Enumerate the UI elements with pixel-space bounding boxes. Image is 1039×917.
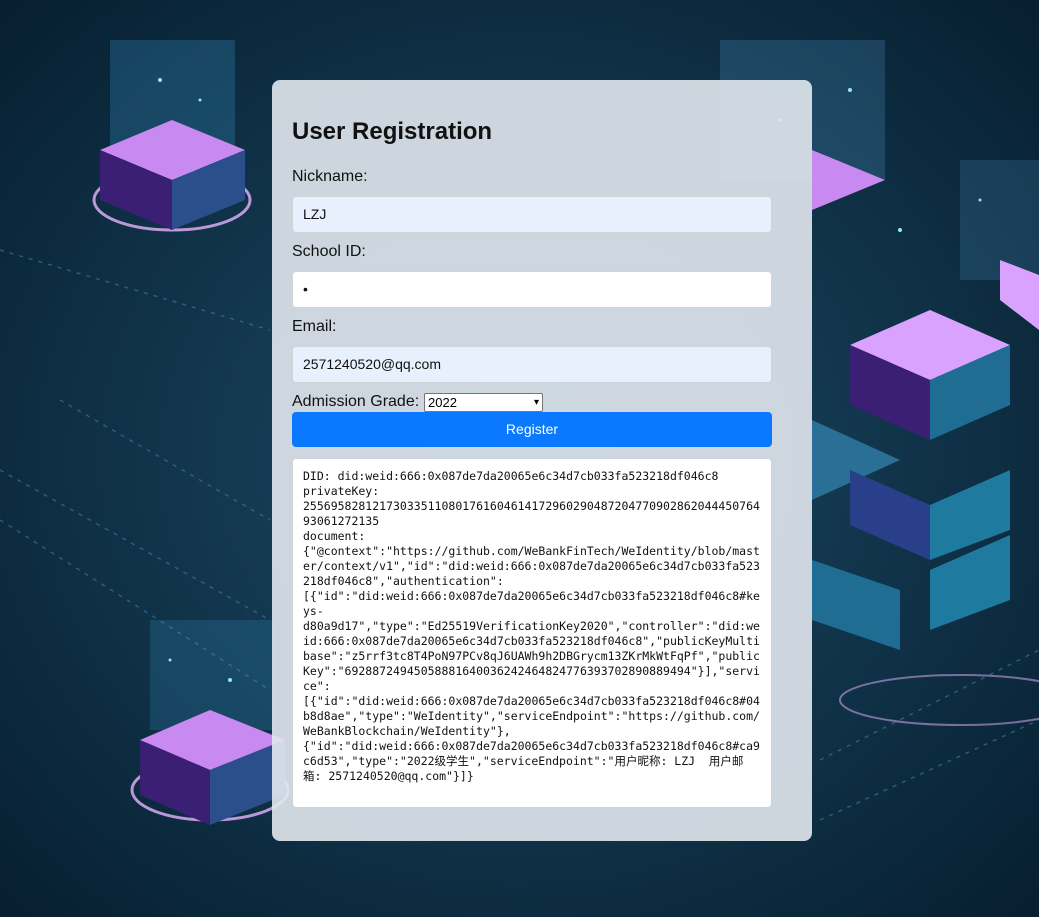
register-button[interactable]: Register bbox=[292, 412, 772, 447]
email-input[interactable]: 2571240520@qq.com bbox=[292, 346, 772, 383]
grade-selected-value: 2022 bbox=[428, 395, 457, 410]
page-title: User Registration bbox=[292, 118, 493, 145]
school-id-input[interactable]: • bbox=[292, 271, 772, 308]
email-label: Email: bbox=[292, 318, 337, 335]
chevron-down-icon: ▾ bbox=[533, 397, 539, 408]
school-id-label: School ID: bbox=[292, 243, 366, 260]
admission-grade-label: Admission Grade: bbox=[292, 393, 420, 410]
nickname-label: Nickname: bbox=[292, 168, 368, 185]
nickname-input[interactable]: LZJ bbox=[292, 196, 772, 233]
did-output-textarea[interactable]: DID: did:weid:666:0x087de7da20065e6c34d7… bbox=[292, 458, 772, 808]
admission-grade-select[interactable]: 2022 ▾ bbox=[424, 393, 543, 412]
